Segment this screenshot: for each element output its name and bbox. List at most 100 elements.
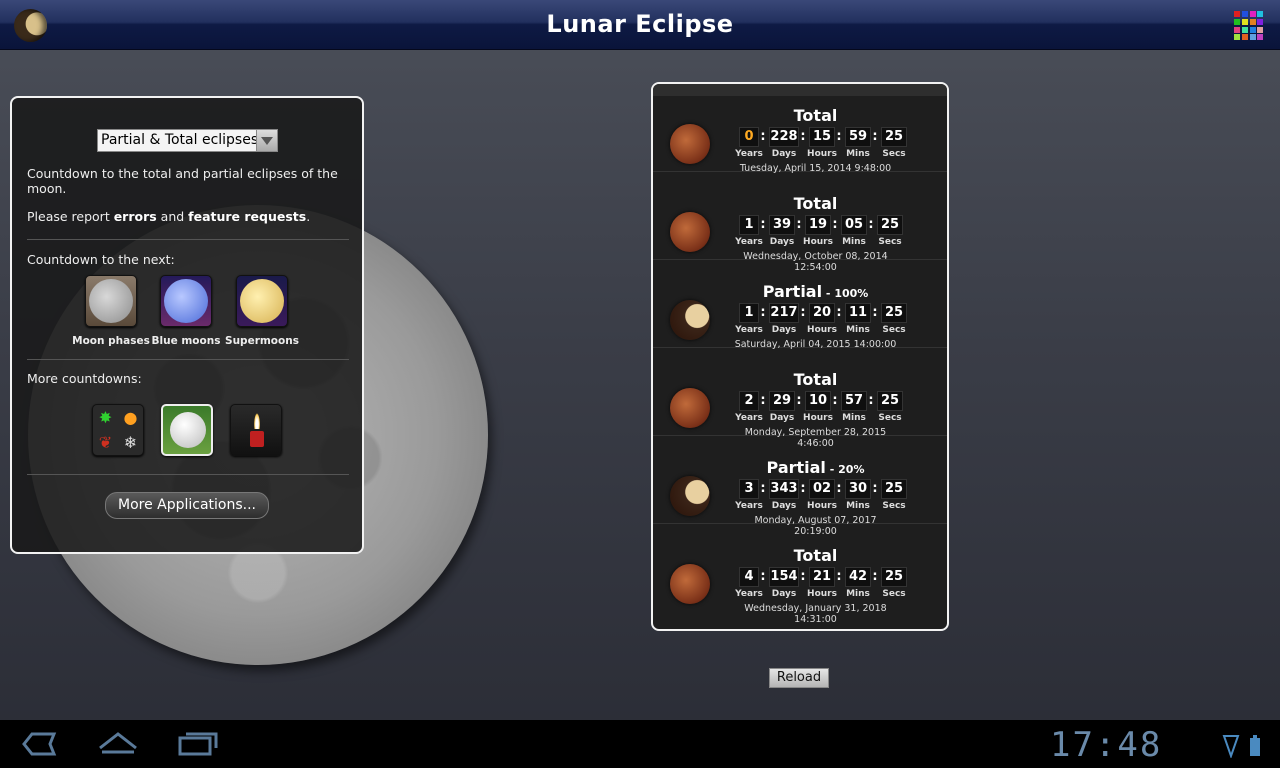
countdown-secs: 25 <box>881 303 907 323</box>
eclipse-type-label: Total <box>793 194 838 213</box>
unit-label-days: Days <box>769 413 795 423</box>
countdown-days: 29 <box>769 391 795 411</box>
countdown-mins: 59 <box>845 127 871 147</box>
countdown-separator: : <box>800 129 806 144</box>
home-button[interactable] <box>96 730 140 758</box>
total-eclipse-icon <box>670 388 710 428</box>
countdown-secs: 25 <box>881 567 907 587</box>
recent-apps-button[interactable] <box>176 730 220 758</box>
countdown-hours: 15 <box>809 127 835 147</box>
supermoons-caption[interactable]: Supermoons <box>217 335 307 347</box>
battery-icon <box>1250 735 1260 756</box>
clock[interactable]: 17:48 <box>1050 725 1162 765</box>
app-grid-icon[interactable] <box>1234 11 1264 41</box>
more-applications-button[interactable]: More Applications... <box>105 492 269 519</box>
countdown-separator: : <box>760 393 766 408</box>
eclipse-type: Total <box>733 194 898 213</box>
unit-label-hours: Hours <box>807 325 837 335</box>
countdown-secs: 25 <box>881 479 907 499</box>
eclipse-type-label: Partial <box>762 282 823 301</box>
unit-label-hours: Hours <box>807 149 837 159</box>
moon-phases-icon[interactable] <box>85 275 137 327</box>
unit-label-mins: Mins <box>842 413 866 423</box>
reload-button[interactable]: Reload <box>769 668 829 688</box>
wifi-icon <box>1222 735 1240 760</box>
countdown-years: 1 <box>739 215 759 235</box>
app-title: Lunar Eclipse <box>546 10 734 38</box>
countdown-years: 1 <box>739 303 759 323</box>
unit-label-mins: Mins <box>846 501 870 511</box>
countdown-separator: : <box>796 217 802 232</box>
unit-label-secs: Secs <box>882 501 906 511</box>
countdown-hours: 10 <box>805 391 831 411</box>
unit-label-secs: Secs <box>878 413 902 423</box>
unit-label-years: Years <box>735 325 763 335</box>
countdown-separator: : <box>760 569 766 584</box>
countdown-separator: : <box>872 129 878 144</box>
countdown-separator: : <box>760 217 766 232</box>
eclipse-type: Partial - 20% <box>733 458 898 477</box>
countdown-mins: 57 <box>841 391 867 411</box>
back-button[interactable] <box>16 730 60 758</box>
seasons-icon[interactable]: ✸ ● ❦ ❄ <box>92 404 144 456</box>
unit-label-mins: Mins <box>846 149 870 159</box>
countdown-separator: : <box>832 393 838 408</box>
unit-label-days: Days <box>771 325 797 335</box>
countdown-days: 343 <box>769 479 799 499</box>
errors-link[interactable]: errors <box>114 209 157 224</box>
eclipse-type-select[interactable]: Partial & Total eclipses <box>97 129 278 152</box>
info-panel: Partial & Total eclipses Countdown to th… <box>10 96 364 554</box>
candle-icon[interactable] <box>230 404 282 456</box>
divider <box>27 239 349 240</box>
eclipse-type: Total <box>733 546 898 565</box>
golf-ball-icon[interactable] <box>161 404 213 456</box>
countdown-mins: 11 <box>845 303 871 323</box>
countdown-hours: 21 <box>809 567 835 587</box>
title-bar: Lunar Eclipse <box>0 0 1280 50</box>
blue-moon-icon[interactable] <box>160 275 212 327</box>
countdown-label: Countdown to the next: <box>27 252 175 267</box>
unit-label-days: Days <box>771 589 797 599</box>
recent-apps-icon <box>178 732 218 756</box>
home-icon <box>99 732 137 754</box>
unit-label-years: Years <box>735 149 763 159</box>
countdown-separator: : <box>872 569 878 584</box>
countdown-separator: : <box>800 569 806 584</box>
countdown-separator: : <box>836 569 842 584</box>
countdown-separator: : <box>836 481 842 496</box>
countdown-years: 2 <box>739 391 759 411</box>
countdown-days: 217 <box>769 303 799 323</box>
unit-label-years: Years <box>735 501 763 511</box>
unit-label-secs: Secs <box>878 237 902 247</box>
eclipse-list: Total 0 Years:228 Days:15 Hours:59 Mins:25 Sec… <box>651 82 949 631</box>
countdown-hours: 02 <box>809 479 835 499</box>
status-icons[interactable] <box>1222 734 1266 760</box>
unit-label-hours: Hours <box>807 589 837 599</box>
description-text: Countdown to the total and partial eclip… <box>27 166 338 196</box>
total-eclipse-icon <box>670 124 710 164</box>
eclipse-type-label: Partial <box>766 458 826 477</box>
supermoon-icon[interactable] <box>236 275 288 327</box>
dropdown-arrow-icon[interactable] <box>256 130 277 151</box>
total-eclipse-icon <box>670 564 710 604</box>
eclipse-row: Total 1 Years:39 Days:19 Hours:05 Mins:25 Secs… <box>653 172 947 273</box>
feature-requests-link[interactable]: feature requests <box>188 209 306 224</box>
back-icon <box>22 732 57 756</box>
eclipse-type: Total <box>733 106 898 125</box>
unit-label-secs: Secs <box>882 325 906 335</box>
countdown-separator: : <box>872 305 878 320</box>
countdown-separator: : <box>800 305 806 320</box>
unit-label-days: Days <box>769 237 795 247</box>
countdown-separator: : <box>832 217 838 232</box>
countdown-separator: : <box>760 305 766 320</box>
eclipse-row: Total 2 Years:29 Days:10 Hours:57 Mins:25 Secs… <box>653 348 947 449</box>
countdown-separator: : <box>868 217 874 232</box>
unit-label-years: Years <box>735 413 763 423</box>
countdown-days: 228 <box>769 127 799 147</box>
unit-label-secs: Secs <box>882 589 906 599</box>
unit-label-hours: Hours <box>803 413 833 423</box>
countdown-secs: 25 <box>881 127 907 147</box>
countdown-separator: : <box>836 129 842 144</box>
unit-label-mins: Mins <box>846 589 870 599</box>
report-text: Please report errors and feature request… <box>27 209 310 224</box>
